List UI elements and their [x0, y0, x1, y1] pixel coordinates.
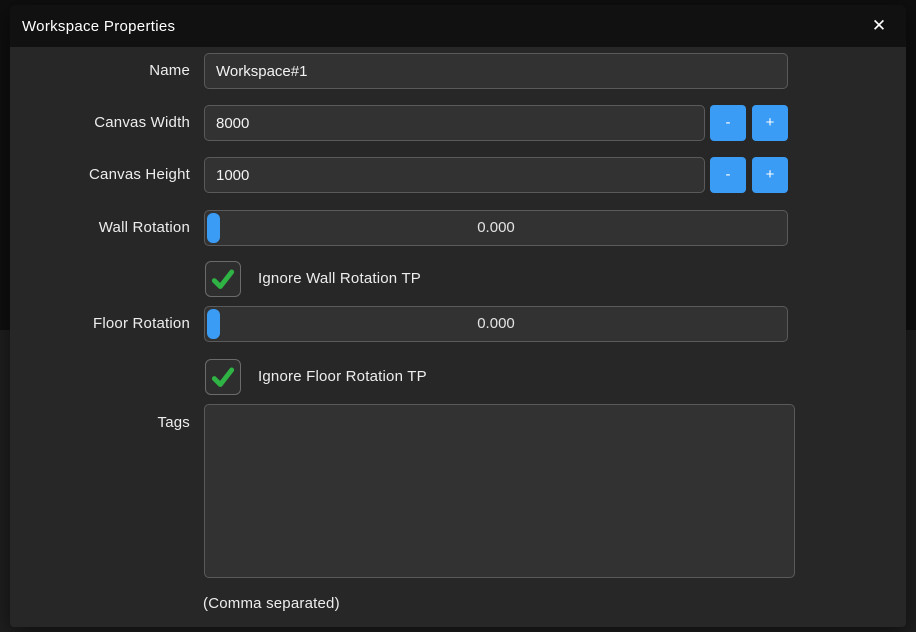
wall-rotation-value: 0.000 [205, 211, 787, 245]
canvas-width-label: Canvas Width [10, 105, 190, 141]
canvas-width-increment-button[interactable]: + [752, 105, 788, 141]
close-button[interactable]: ✕ [864, 11, 894, 41]
floor-rotation-label: Floor Rotation [10, 306, 190, 342]
canvas-height-increment-button[interactable]: + [752, 157, 788, 193]
name-label: Name [10, 53, 190, 89]
ignore-floor-rotation-label: Ignore Floor Rotation TP [258, 359, 427, 395]
wall-rotation-label: Wall Rotation [10, 210, 190, 246]
canvas-height-decrement-button[interactable]: - [710, 157, 746, 193]
tags-label: Tags [10, 405, 190, 441]
ignore-wall-rotation-label: Ignore Wall Rotation TP [258, 261, 421, 297]
floor-rotation-slider[interactable]: 0.000 [204, 306, 788, 342]
name-input[interactable] [204, 53, 788, 89]
canvas-height-input[interactable] [204, 157, 705, 193]
canvas-height-label: Canvas Height [10, 157, 190, 193]
tags-textarea[interactable] [204, 404, 795, 578]
check-icon [210, 266, 236, 292]
dialog-title: Workspace Properties [22, 18, 175, 35]
ignore-floor-rotation-checkbox[interactable] [205, 359, 241, 395]
tags-note: (Comma separated) [203, 595, 340, 612]
dialog-titlebar: Workspace Properties ✕ [10, 5, 906, 47]
wall-rotation-slider[interactable]: 0.000 [204, 210, 788, 246]
close-icon: ✕ [872, 16, 886, 35]
floor-rotation-value: 0.000 [205, 307, 787, 341]
canvas-width-decrement-button[interactable]: - [710, 105, 746, 141]
canvas-width-input[interactable] [204, 105, 705, 141]
ignore-wall-rotation-checkbox[interactable] [205, 261, 241, 297]
check-icon [210, 364, 236, 390]
workspace-properties-dialog: Workspace Properties ✕ Name Canvas Width… [10, 5, 906, 627]
